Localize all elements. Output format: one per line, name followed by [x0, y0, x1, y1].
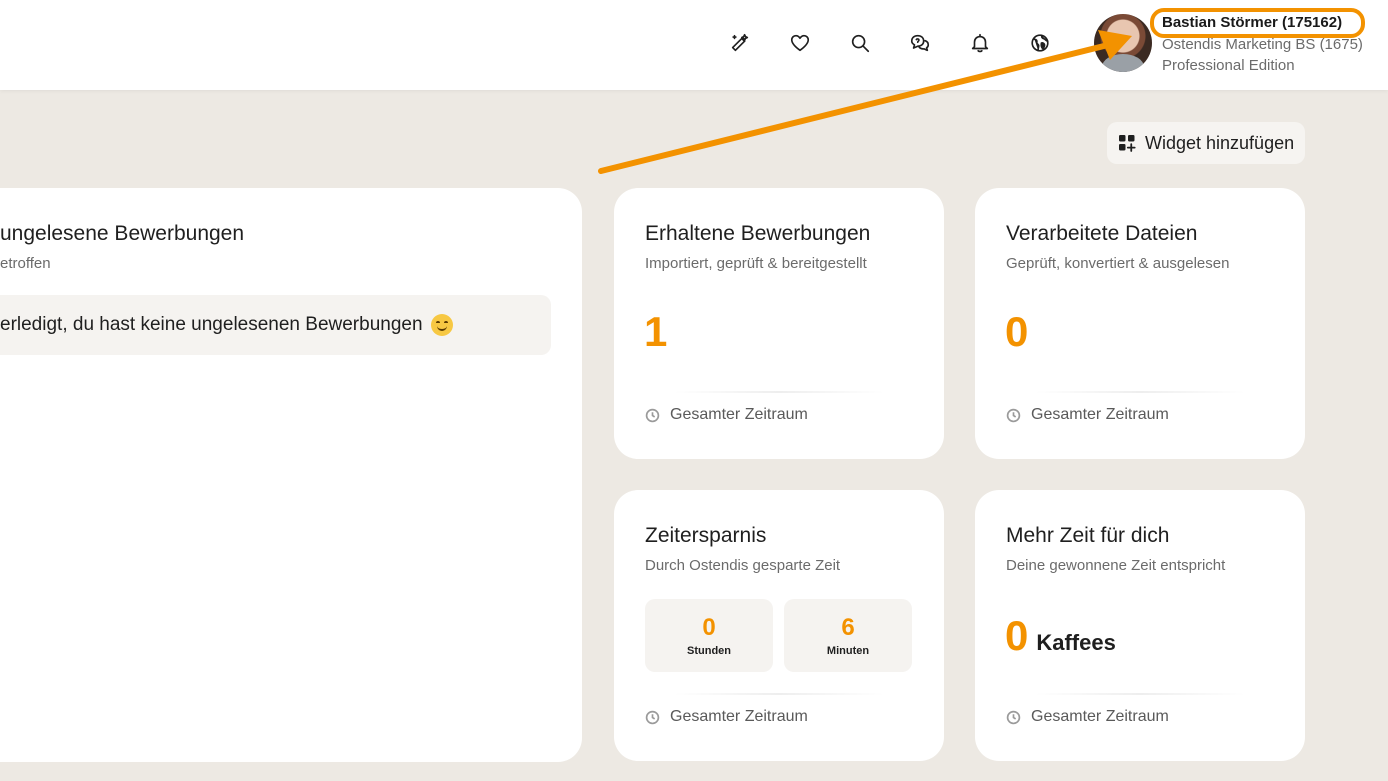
clock-icon [1006, 710, 1021, 724]
widget-subtitle: etroffen [0, 255, 51, 272]
bell-icon[interactable] [967, 30, 993, 56]
unread-message: erledigt, du hast keine ungelesenen Bewe… [0, 295, 551, 355]
time-saving-widget: Zeitersparnis Durch Ostendis gesparte Ze… [614, 490, 944, 761]
avatar[interactable] [1094, 14, 1152, 72]
period-label: Gesamter Zeitraum [670, 708, 808, 725]
hours-label: Stunden [687, 645, 731, 657]
clock-icon [1006, 408, 1021, 422]
unread-message-text: erledigt, du hast keine ungelesenen Bewe… [0, 314, 423, 335]
widget-footer: Gesamter Zeitraum [1006, 708, 1169, 726]
coffee-unit: Kaffees [1036, 630, 1116, 655]
widget-title: Verarbeitete Dateien [1006, 222, 1198, 245]
avatar-shirt [1102, 54, 1144, 72]
widget-footer: Gesamter Zeitraum [645, 708, 808, 726]
widget-subtitle: Durch Ostendis gesparte Zeit [645, 557, 841, 574]
widget-title: Zeitersparnis [645, 524, 767, 547]
add-widget-label: Widget hinzufügen [1145, 132, 1295, 153]
globe-icon[interactable] [1027, 30, 1053, 56]
widget-title: ungelesene Bewerbungen [0, 222, 245, 245]
widget-subtitle: Deine gewonnene Zeit entspricht [1006, 557, 1226, 574]
minutes-label: Minuten [826, 645, 870, 657]
user-name[interactable]: Bastian Störmer (175162) [1162, 14, 1342, 31]
heart-icon[interactable] [787, 30, 813, 56]
search-icon[interactable] [847, 30, 873, 56]
widget-footer: Gesamter Zeitraum [1006, 406, 1169, 424]
processed-files-widget: Verarbeitete Dateien Geprüft, konvertier… [975, 188, 1305, 459]
magic-pencil-icon[interactable] [727, 30, 753, 56]
add-widget-icon [1119, 134, 1136, 152]
widget-title: Mehr Zeit für dich [1006, 524, 1170, 547]
widget-subtitle: Geprüft, konvertiert & ausgelesen [1006, 255, 1230, 272]
processed-count: 0 [1005, 308, 1029, 355]
coffee-count: 0 Kaffees [1005, 612, 1116, 660]
widget-footer: Gesamter Zeitraum [645, 406, 808, 424]
period-label: Gesamter Zeitraum [1031, 708, 1169, 725]
divider [1035, 693, 1245, 695]
coffee-value: 0 [1005, 612, 1029, 659]
hours-value: 0 [702, 614, 716, 641]
widget-title: Erhaltene Bewerbungen [645, 222, 871, 245]
hours-box: 0 Stunden [645, 599, 773, 672]
divider [674, 693, 884, 695]
divider [1035, 391, 1245, 393]
unread-applications-widget: ungelesene Bewerbungen etroffen erledigt… [0, 188, 582, 762]
minutes-box: 6 Minuten [784, 599, 912, 672]
clock-icon [645, 710, 660, 724]
chat-icon[interactable] [907, 30, 933, 56]
user-organization: Ostendis Marketing BS (1675) [1162, 36, 1363, 53]
divider [674, 391, 884, 393]
period-label: Gesamter Zeitraum [1031, 406, 1169, 423]
more-time-widget: Mehr Zeit für dich Deine gewonnene Zeit … [975, 490, 1305, 761]
smile-emoji-icon [430, 314, 453, 336]
clock-icon [645, 408, 660, 422]
period-label: Gesamter Zeitraum [670, 406, 808, 423]
widget-subtitle: Importiert, geprüft & bereitgestellt [645, 255, 867, 272]
minutes-value: 6 [841, 614, 855, 641]
received-applications-widget: Erhaltene Bewerbungen Importiert, geprüf… [614, 188, 944, 459]
add-widget-button[interactable]: Widget hinzufügen [1107, 122, 1305, 164]
top-bar: Bastian Störmer (175162) Ostendis Market… [0, 0, 1388, 90]
received-count: 1 [644, 308, 668, 355]
user-edition: Professional Edition [1162, 57, 1295, 74]
